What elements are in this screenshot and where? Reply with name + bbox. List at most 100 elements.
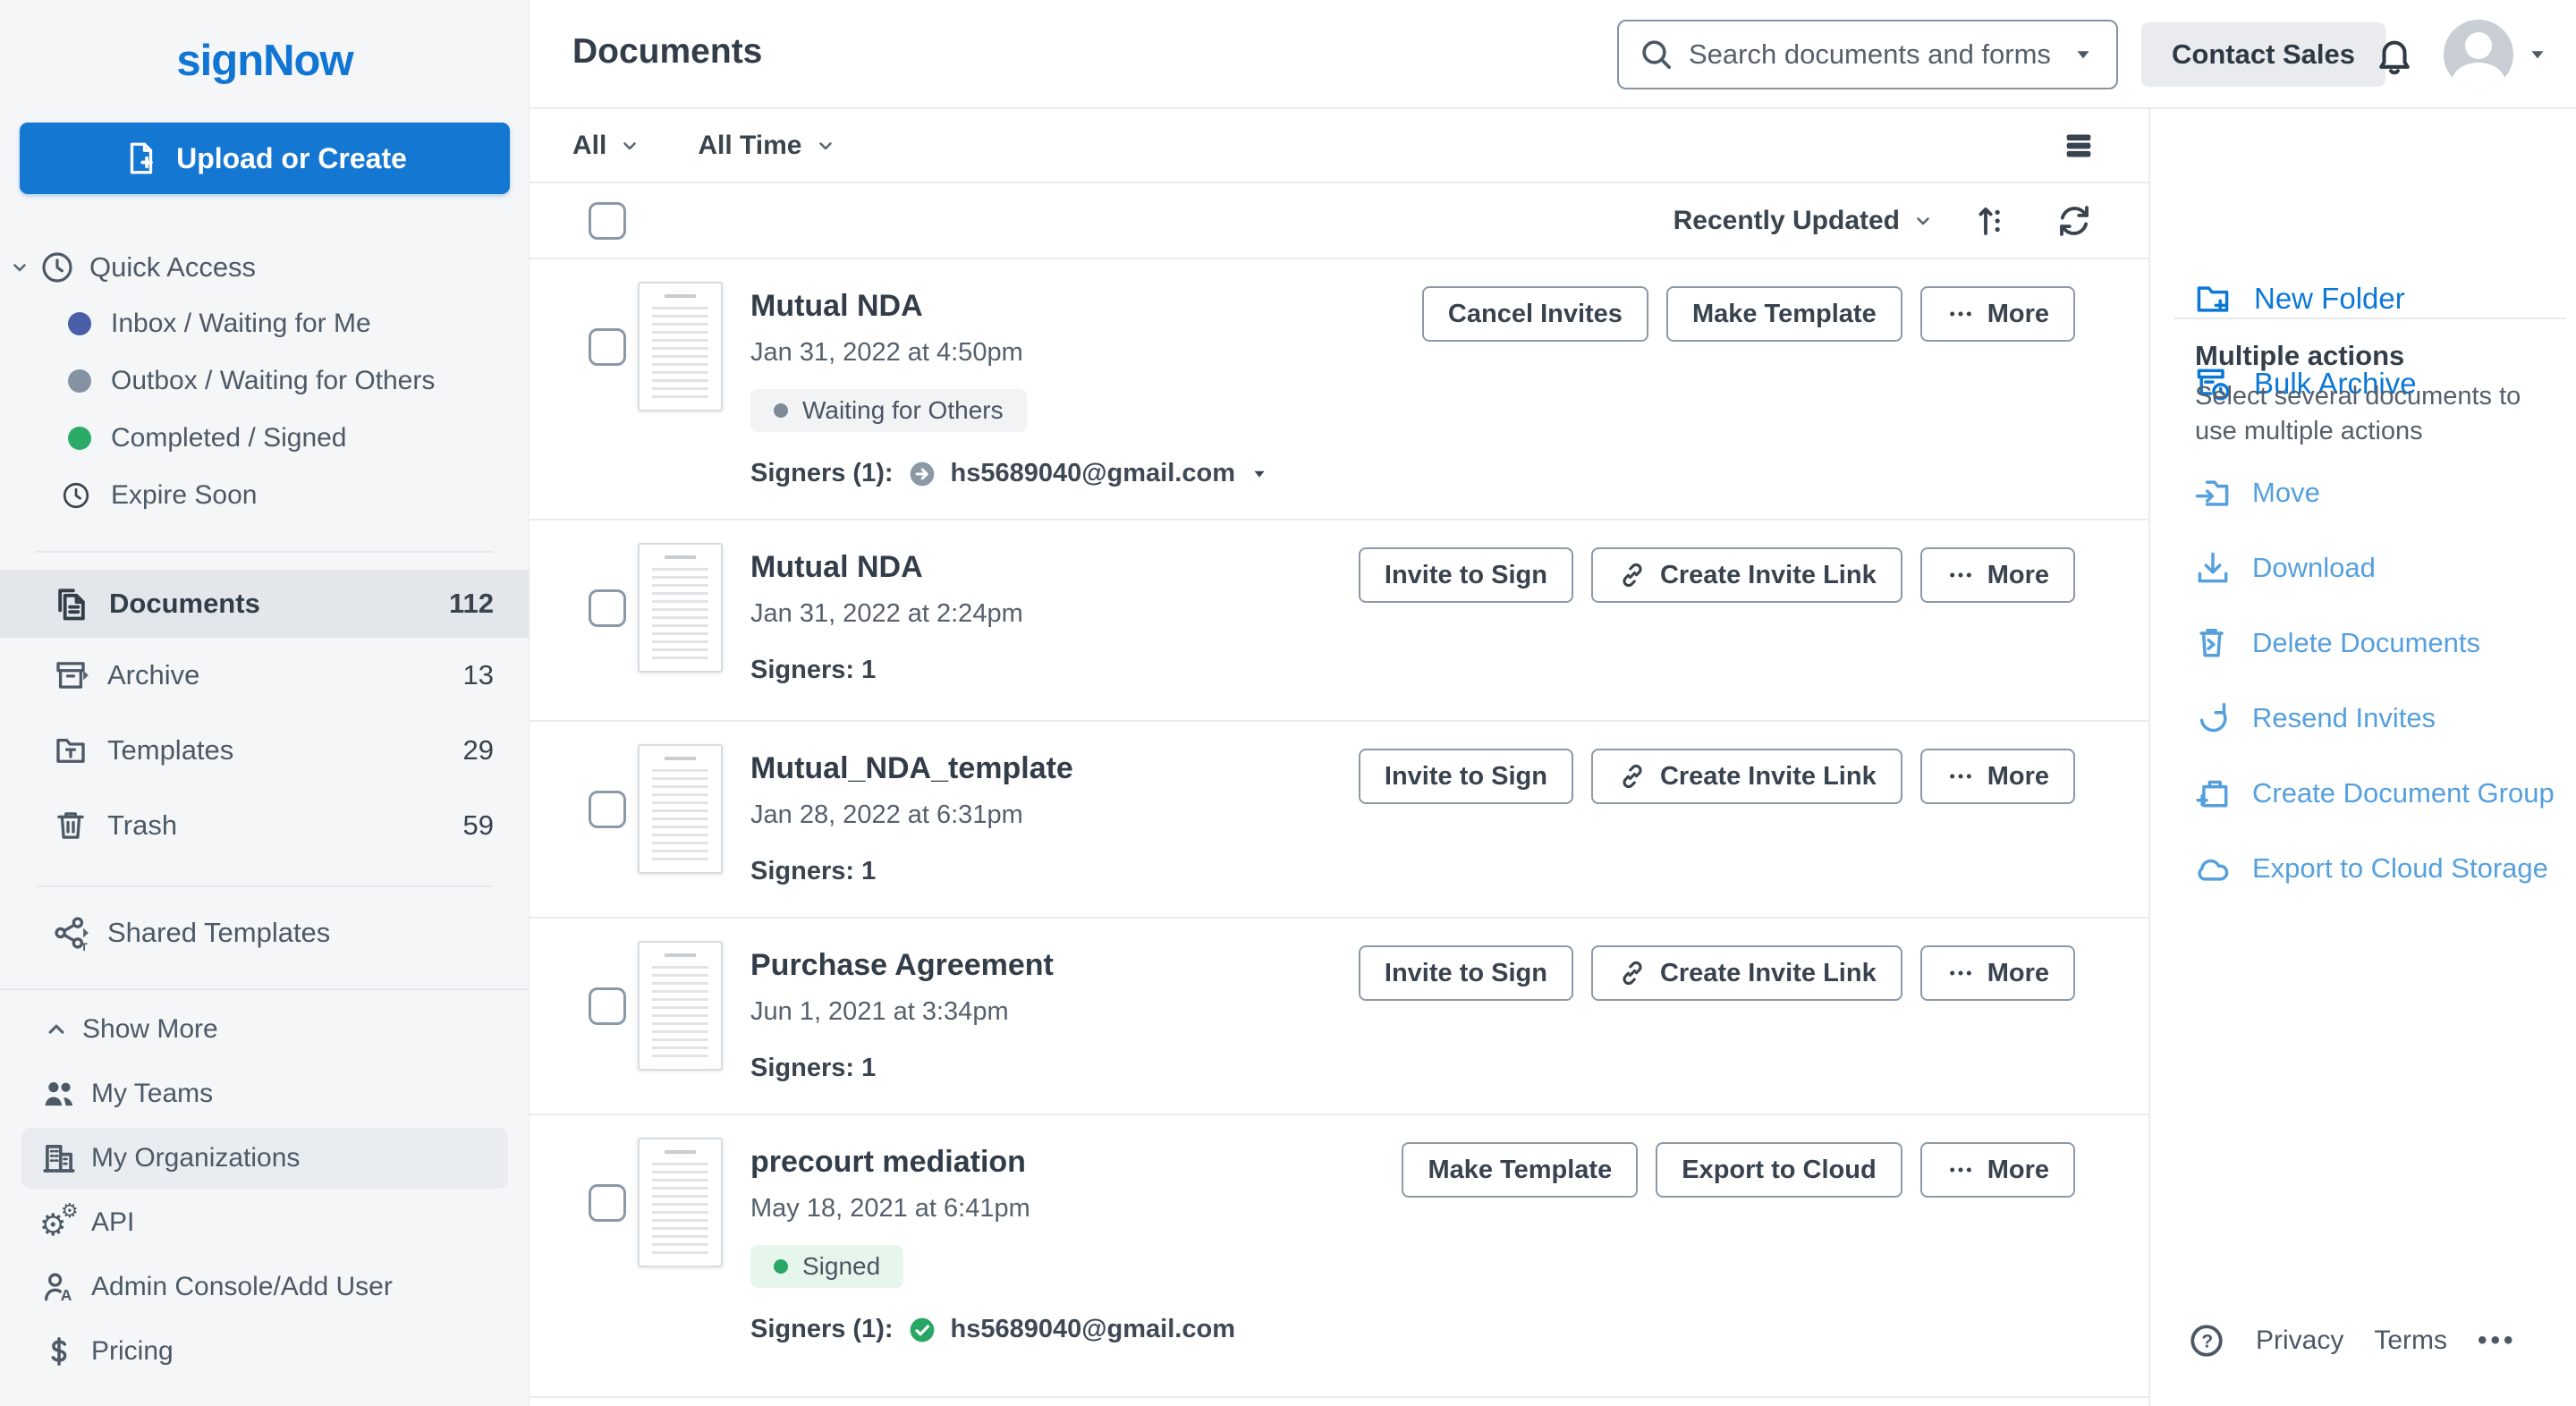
document-title[interactable]: Mutual_NDA_template bbox=[750, 751, 1073, 786]
sidebar-item-templates[interactable]: Templates29 bbox=[0, 713, 530, 788]
button-label: More bbox=[1987, 959, 2049, 988]
button-label: Create Invite Link bbox=[1660, 762, 1877, 792]
document-title[interactable]: Purchase Agreement bbox=[750, 948, 1054, 983]
search-dropdown-caret-icon[interactable] bbox=[2072, 43, 2095, 66]
filter-type-dropdown[interactable]: All bbox=[572, 131, 640, 161]
signers-row: Signers (1):hs5689040@gmail.com bbox=[750, 1315, 1235, 1375]
upload-or-create-button[interactable]: Upload or Create bbox=[20, 123, 510, 194]
document-thumbnail[interactable] bbox=[638, 941, 723, 1071]
export-to-cloud-storage-action[interactable]: Export to Cloud Storage bbox=[2150, 831, 2576, 906]
sidebar-item-my-teams[interactable]: My Teams bbox=[0, 1062, 530, 1126]
sidebar-item-trash[interactable]: Trash59 bbox=[0, 788, 530, 863]
signer-dropdown-caret-icon[interactable] bbox=[1250, 464, 1269, 484]
filter-time-dropdown[interactable]: All Time bbox=[698, 131, 835, 161]
action-label: Move bbox=[2252, 477, 2320, 509]
document-thumbnail[interactable] bbox=[638, 1138, 723, 1267]
document-info: Mutual NDAJan 31, 2022 at 4:50pmWaiting … bbox=[750, 282, 1269, 519]
sidebar-item-archive[interactable]: Archive13 bbox=[0, 638, 530, 713]
document-title[interactable]: Mutual NDA bbox=[750, 289, 1269, 324]
show-more-toggle[interactable]: Show More bbox=[0, 997, 530, 1062]
dots-icon bbox=[1946, 561, 1975, 589]
action-label: Delete Documents bbox=[2252, 627, 2480, 659]
sidebar-item-documents[interactable]: Documents112 bbox=[0, 570, 530, 638]
contact-sales-button[interactable]: Contact Sales bbox=[2141, 22, 2385, 87]
avatar[interactable] bbox=[2444, 20, 2513, 89]
account-menu[interactable] bbox=[2444, 20, 2549, 89]
document-thumbnail[interactable] bbox=[638, 543, 723, 673]
move-action[interactable]: Move bbox=[2150, 455, 2576, 530]
sidebar-item-api[interactable]: ⚙⚙API bbox=[0, 1190, 530, 1255]
row-checkbox[interactable] bbox=[589, 589, 626, 627]
item-count: 112 bbox=[449, 588, 494, 620]
document-thumbnail[interactable] bbox=[638, 282, 723, 411]
sidebar-item-inbox-waiting-for-me[interactable]: Inbox / Waiting for Me bbox=[0, 295, 530, 352]
refresh-icon[interactable] bbox=[2055, 202, 2093, 240]
signer-email[interactable]: hs5689040@gmail.com bbox=[951, 459, 1235, 488]
status-dot-icon bbox=[68, 369, 91, 393]
page-title: Documents bbox=[572, 32, 762, 72]
download-action[interactable]: Download bbox=[2150, 530, 2576, 606]
resend-invites-action[interactable]: Resend Invites bbox=[2150, 681, 2576, 756]
make-template-button[interactable]: Make Template bbox=[1402, 1142, 1638, 1198]
sidebar-item-expire-soon[interactable]: Expire Soon bbox=[0, 467, 530, 524]
chevron-right-icon[interactable] bbox=[77, 924, 91, 942]
make-template-button[interactable]: Make Template bbox=[1666, 286, 1902, 342]
document-title[interactable]: precourt mediation bbox=[750, 1145, 1235, 1180]
more-button[interactable]: More bbox=[1920, 945, 2075, 1001]
sort-dropdown[interactable]: Recently Updated bbox=[1674, 206, 1934, 236]
create-invite-link-button[interactable]: Create Invite Link bbox=[1591, 749, 1902, 804]
help-icon[interactable]: ? bbox=[2188, 1322, 2225, 1359]
sidebar-item-shared-templates[interactable]: TShared Templates bbox=[0, 904, 530, 961]
new-folder-link[interactable]: New Folder bbox=[2150, 267, 2576, 330]
row-checkbox[interactable] bbox=[589, 987, 626, 1025]
signer-email[interactable]: hs5689040@gmail.com bbox=[951, 1315, 1235, 1344]
search-icon bbox=[1639, 37, 1674, 72]
cancel-invites-button[interactable]: Cancel Invites bbox=[1422, 286, 1648, 342]
notifications-bell-icon[interactable] bbox=[2374, 34, 2415, 75]
sidebar-item-label: Outbox / Waiting for Others bbox=[111, 366, 435, 396]
action-label: Download bbox=[2252, 552, 2376, 584]
invite-to-sign-button[interactable]: Invite to Sign bbox=[1359, 945, 1573, 1001]
search-input[interactable] bbox=[1689, 38, 2072, 71]
search-box[interactable] bbox=[1617, 20, 2118, 89]
right-panel-divider bbox=[2174, 318, 2565, 319]
more-button[interactable]: More bbox=[1920, 1142, 2075, 1198]
document-thumbnail[interactable] bbox=[638, 744, 723, 874]
quick-access-section: Quick Access Inbox / Waiting for Me Outbo… bbox=[0, 240, 530, 524]
terms-link[interactable]: Terms bbox=[2374, 1326, 2447, 1356]
filters-bar: All All Time bbox=[530, 109, 2148, 183]
export-to-cloud-button[interactable]: Export to Cloud bbox=[1656, 1142, 1902, 1198]
more-button[interactable]: More bbox=[1920, 547, 2075, 603]
document-title[interactable]: Mutual NDA bbox=[750, 550, 1023, 585]
sidebar-item-my-organizations[interactable]: My Organizations bbox=[0, 1126, 530, 1190]
select-all-checkbox[interactable] bbox=[589, 202, 626, 240]
create-document-group-action[interactable]: Create Document Group bbox=[2150, 756, 2576, 831]
sidebar-item-admin-console-add-user[interactable]: AAdmin Console/Add User bbox=[0, 1255, 530, 1319]
multiple-actions-subtitle: Select several documents to use multiple… bbox=[2195, 379, 2535, 449]
multiple-actions-title: Multiple actions bbox=[2195, 340, 2404, 372]
sidebar-item-pricing[interactable]: Pricing bbox=[0, 1319, 530, 1384]
sort-order-icon[interactable] bbox=[1973, 202, 2011, 240]
invite-to-sign-button[interactable]: Invite to Sign bbox=[1359, 547, 1573, 603]
list-view-toggle-icon[interactable] bbox=[2061, 128, 2097, 164]
button-label: Invite to Sign bbox=[1385, 561, 1547, 590]
button-label: Create Invite Link bbox=[1660, 959, 1877, 988]
account-caret-icon[interactable] bbox=[2526, 43, 2549, 66]
building-icon bbox=[39, 1139, 79, 1177]
button-label: More bbox=[1987, 561, 2049, 590]
more-button[interactable]: More bbox=[1920, 286, 2075, 342]
privacy-link[interactable]: Privacy bbox=[2256, 1326, 2343, 1356]
row-checkbox[interactable] bbox=[589, 791, 626, 828]
create-invite-link-button[interactable]: Create Invite Link bbox=[1591, 945, 1902, 1001]
invite-to-sign-button[interactable]: Invite to Sign bbox=[1359, 749, 1573, 804]
more-button[interactable]: More bbox=[1920, 749, 2075, 804]
create-invite-link-button[interactable]: Create Invite Link bbox=[1591, 547, 1902, 603]
row-checkbox[interactable] bbox=[589, 328, 626, 366]
sidebar-item-outbox-waiting-for-others[interactable]: Outbox / Waiting for Others bbox=[0, 352, 530, 410]
quick-access-header[interactable]: Quick Access bbox=[0, 240, 530, 295]
sidebar-item-completed-signed[interactable]: Completed / Signed bbox=[0, 410, 530, 467]
delete-documents-action[interactable]: Delete Documents bbox=[2150, 606, 2576, 681]
chevron-right-icon[interactable] bbox=[77, 666, 91, 684]
row-checkbox[interactable] bbox=[589, 1184, 626, 1222]
footer-more-icon[interactable]: ••• bbox=[2478, 1326, 2517, 1356]
